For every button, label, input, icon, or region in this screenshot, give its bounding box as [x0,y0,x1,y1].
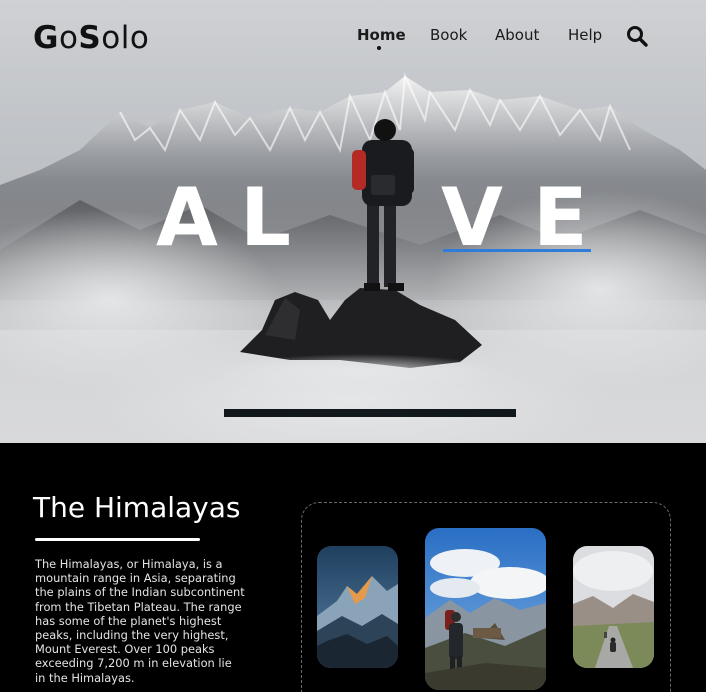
himalayas-section: The Himalayas The Himalayas, or Himalaya… [0,443,706,692]
main-nav: Home Book About Help [0,26,706,50]
hero-mountain-image [0,72,706,443]
hero-letter-a: A [156,171,218,264]
hero-letter-e: E [533,171,588,264]
hiker-photo[interactable] [425,528,546,690]
nav-about[interactable]: About [495,26,539,44]
section-title: The Himalayas [33,491,241,524]
hero-letter-l: L [240,171,291,264]
hero-letter-v: V [441,171,503,264]
hero-section: GoSolo Home Book About Help A L V E [0,0,706,443]
photo-gallery [301,502,671,692]
sunset-peak-photo[interactable] [317,546,398,668]
road-rider-photo[interactable] [573,546,654,668]
page: GoSolo Home Book About Help A L V E The … [0,0,706,692]
nav-help[interactable]: Help [568,26,602,44]
hero-accent-underline [443,249,591,252]
section-description: The Himalayas, or Himalaya, is a mountai… [35,557,245,685]
nav-book[interactable]: Book [430,26,467,44]
active-nav-indicator [377,46,381,50]
search-icon[interactable] [625,24,649,48]
title-underline [35,538,200,541]
hero-slider-bar[interactable] [224,409,516,417]
nav-home[interactable]: Home [357,26,406,44]
